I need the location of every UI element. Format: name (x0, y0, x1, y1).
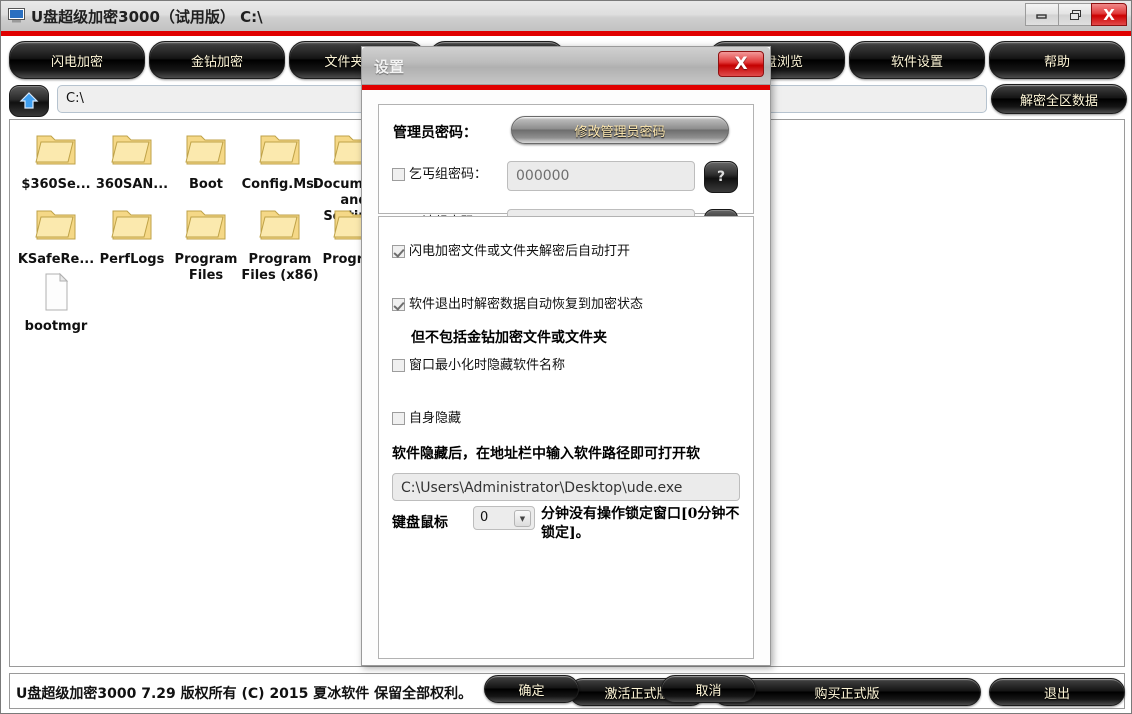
option-self-hide-checkbox[interactable]: 自身隐藏 (392, 411, 461, 426)
option-auto-open-label: 闪电加密文件或文件夹解密后自动打开 (409, 244, 630, 259)
exit-button[interactable]: 退出 (989, 678, 1125, 706)
hidden-note: 软件隐藏后，在地址栏中输入软件路径即可打开软 (392, 443, 700, 463)
option-self-hide-label: 自身隐藏 (409, 411, 461, 426)
folder-icon (257, 155, 303, 174)
checkbox-box[interactable] (392, 298, 405, 311)
password-panel: 管理员密码： 修改管理员密码 乞丐组密码： 000000 ? 只读组密码： 11… (378, 104, 754, 214)
flash-encrypt-button[interactable]: 闪电加密 (9, 41, 145, 79)
dialog-title: 设置 (374, 56, 404, 77)
chevron-down-icon[interactable]: ▼ (514, 510, 531, 527)
option-hide-name-label: 窗口最小化时隐藏软件名称 (409, 358, 565, 373)
folder-icon (183, 230, 229, 249)
list-item-label: bootmgr (10, 319, 102, 335)
copyright-text: U盘超级加密3000 7.29 版权所有 (C) 2015 夏冰软件 保留全部权… (16, 683, 472, 703)
options-panel: 闪电加密文件或文件夹解密后自动打开 软件退出时解密数据自动恢复到加密状态 但不包… (378, 216, 754, 659)
dialog-cancel-button[interactable]: 取消 (661, 675, 756, 703)
file-icon (33, 297, 79, 316)
app-window-icon (8, 8, 25, 23)
application-window: U盘超级加密3000（试用版） C:\ X 闪电加密 金钻加密 文件夹加密 文件… (0, 0, 1132, 714)
dialog-title-bar: 设置 X (362, 47, 770, 85)
folder-icon (33, 230, 79, 249)
dialog-accent-bar (362, 85, 770, 90)
option-restore-on-exit-label: 软件退出时解密数据自动恢复到加密状态 (409, 297, 643, 312)
software-settings-button[interactable]: 软件设置 (849, 41, 985, 79)
close-button[interactable]: X (1091, 3, 1127, 26)
lock-suffix-text: 分钟没有操作锁定窗口[0分钟不锁定]。 (541, 505, 741, 543)
beggar-group-label: 乞丐组密码： (409, 167, 487, 182)
window-title: U盘超级加密3000（试用版） C:\ (31, 6, 263, 27)
beggar-group-checkbox[interactable]: 乞丐组密码： (392, 167, 487, 182)
checkbox-box[interactable] (392, 412, 405, 425)
lock-label: 键盘鼠标 (392, 512, 448, 532)
title-bar: U盘超级加密3000（试用版） C:\ X (1, 1, 1131, 32)
lock-minutes-value: 0 (480, 510, 488, 525)
checkbox-box[interactable] (392, 245, 405, 258)
window-controls: X (1026, 3, 1127, 28)
software-path-input[interactable]: C:\Users\Administrator\Desktop\ude.exe (392, 473, 740, 501)
lock-minutes-stepper[interactable]: 0 ▼ (473, 506, 535, 530)
beggar-password-input[interactable]: 000000 (507, 161, 695, 191)
diamond-encrypt-button[interactable]: 金钻加密 (149, 41, 285, 79)
minimize-button[interactable] (1025, 3, 1059, 26)
folder-icon (109, 155, 155, 174)
help-button[interactable]: 帮助 (989, 41, 1125, 79)
folder-icon (183, 155, 229, 174)
admin-password-label: 管理员密码： (393, 122, 477, 142)
checkbox-box[interactable] (392, 168, 405, 181)
checkbox-box[interactable] (392, 359, 405, 372)
dialog-ok-button[interactable]: 确定 (484, 675, 579, 703)
folder-icon (33, 155, 79, 174)
change-admin-password-button[interactable]: 修改管理员密码 (511, 116, 729, 144)
option-hide-name-checkbox[interactable]: 窗口最小化时隐藏软件名称 (392, 358, 565, 373)
dialog-close-button[interactable]: X (718, 51, 764, 77)
exclude-note: 但不包括金钻加密文件或文件夹 (411, 327, 607, 347)
folder-icon (109, 230, 155, 249)
maximize-button[interactable] (1058, 3, 1092, 26)
title-accent-bar (1, 31, 1131, 36)
up-arrow-icon[interactable] (9, 85, 49, 117)
decrypt-all-button[interactable]: 解密全区数据 (991, 84, 1127, 114)
option-auto-open-checkbox[interactable]: 闪电加密文件或文件夹解密后自动打开 (392, 244, 630, 259)
list-item[interactable]: bootmgr (10, 272, 102, 335)
settings-dialog: 设置 X 管理员密码： 修改管理员密码 乞丐组密码： 000000 ? 只读组密… (361, 46, 771, 666)
folder-icon (257, 230, 303, 249)
beggar-help-icon[interactable]: ? (704, 161, 738, 193)
option-restore-on-exit-checkbox[interactable]: 软件退出时解密数据自动恢复到加密状态 (392, 297, 643, 312)
